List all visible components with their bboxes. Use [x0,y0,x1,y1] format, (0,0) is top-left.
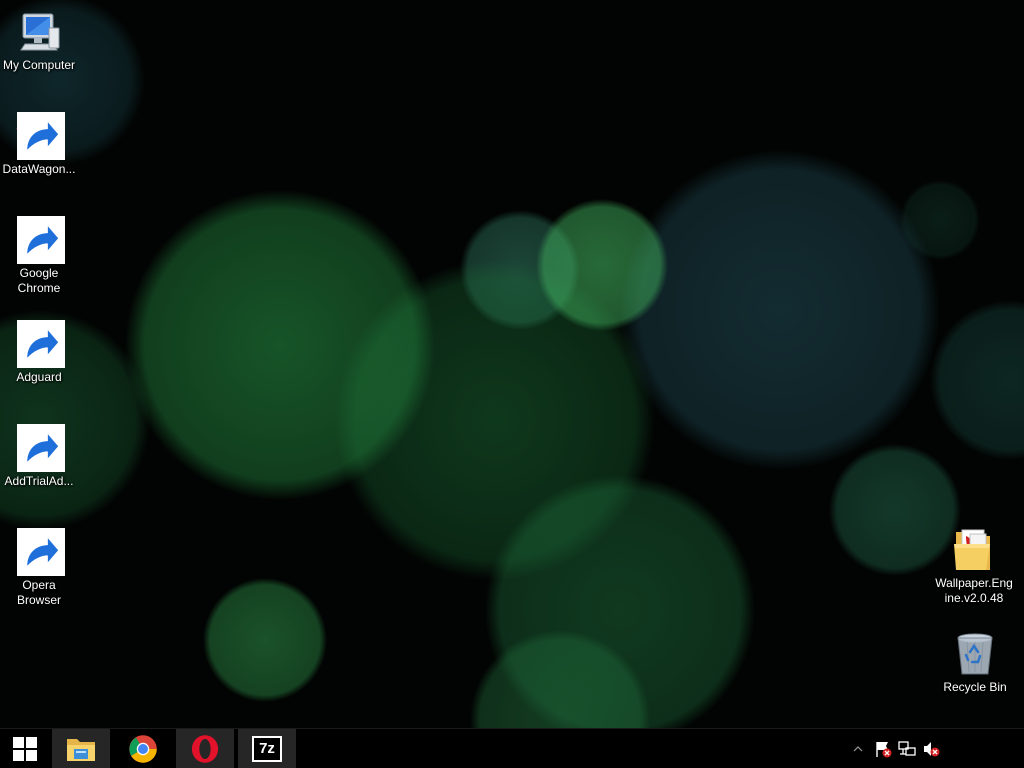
7zip-icon: 7z [252,735,282,762]
tray-action-center-button[interactable] [872,729,894,768]
volume-muted-icon [924,741,940,756]
folder-icon [950,526,998,574]
adguard-icon [15,320,65,368]
desktop-icon-label: Recycle Bin [943,680,1007,694]
desktop-icon-my-computer[interactable]: My Computer [0,8,79,73]
shortcut-arrow-icon [17,424,65,472]
opera-icon [15,528,65,576]
computer-icon [15,8,63,56]
desktop-icon-google-chrome[interactable]: Google Chrome [0,216,79,296]
taskbar: 7z [0,728,1024,768]
recycle-bin-icon [951,630,999,678]
desktop-icon-label: AddTrialAd... [4,474,74,488]
opera-icon [191,734,219,763]
desktop-icon-label: Google Chrome [17,266,61,295]
taskbar-opera-button[interactable] [176,729,234,768]
shortcut-arrow-icon [17,320,65,368]
desktop-icon-wallpaper-engine-folder[interactable]: Wallpaper.Engine.v2.0.48 [934,526,1014,606]
chevron-up-icon [853,745,863,751]
7zip-label: 7z [259,739,275,757]
desktop-icon-label: DataWagon... [2,162,76,176]
taskbar-file-explorer-button[interactable] [52,729,110,768]
windows-logo-icon [13,736,37,761]
tray-volume-button[interactable] [920,729,942,768]
shortcut-arrow-icon [17,528,65,576]
tray-network-button[interactable] [896,729,918,768]
adguard-admin-icon [15,424,65,472]
desktop-icon-adguard[interactable]: Adguard [0,320,79,385]
start-button[interactable] [0,729,50,768]
chrome-icon [129,734,157,763]
shortcut-arrow-icon [17,112,65,160]
datawagon-icon [15,112,65,160]
shortcut-arrow-icon [17,216,65,264]
desktop-icon-recycle-bin[interactable]: Recycle Bin [935,630,1015,695]
desktop[interactable]: My Computer DataWagon... Google Chrome A… [0,0,1024,728]
desktop-icon-opera-browser[interactable]: Opera Browser [0,528,79,608]
network-icon [898,740,916,756]
taskbar-chrome-button[interactable] [114,729,172,768]
chrome-icon [15,216,65,264]
desktop-icon-datawagon[interactable]: DataWagon... [0,112,79,177]
taskbar-7zip-button[interactable]: 7z [238,729,296,768]
desktop-icon-label: Opera Browser [16,578,61,607]
desktop-icon-addtrialad[interactable]: AddTrialAd... [0,424,79,489]
desktop-icon-label: Adguard [16,370,62,384]
file-explorer-icon [67,738,95,761]
desktop-icon-label: My Computer [2,58,76,72]
tray-overflow-button[interactable] [850,729,866,768]
action-center-flag-icon [876,741,892,757]
desktop-icon-label: Wallpaper.Engine.v2.0.48 [935,576,1013,605]
